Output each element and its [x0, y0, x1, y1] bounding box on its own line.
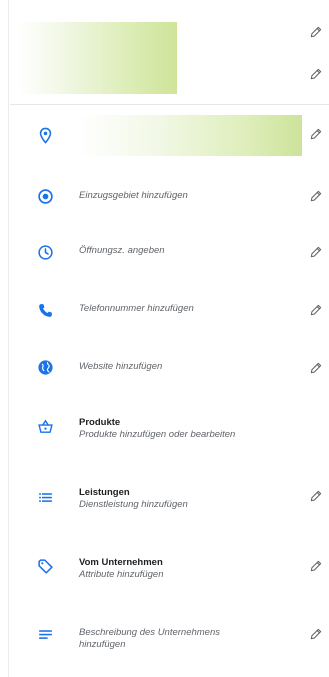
- edit-services-button[interactable]: [306, 486, 326, 506]
- pencil-icon: [310, 128, 322, 140]
- pencil-icon: [310, 362, 322, 374]
- list-icon: [36, 488, 54, 506]
- business-info-panel: Einzugsgebiet hinzufügen Öffnungsz. ange…: [0, 0, 329, 677]
- add-website-link[interactable]: Website hinzufügen: [79, 361, 162, 373]
- pencil-icon: [310, 68, 322, 80]
- clock-icon: [36, 243, 54, 261]
- tag-icon: [36, 557, 54, 575]
- header-divider: [10, 104, 329, 105]
- text-lines-icon: [36, 625, 54, 643]
- edit-phone-button[interactable]: [306, 300, 326, 320]
- attributes-subtitle[interactable]: Attribute hinzufügen: [79, 569, 164, 581]
- edit-name-button[interactable]: [306, 22, 326, 42]
- add-description-line2[interactable]: hinzufügen: [79, 639, 125, 651]
- edit-service-area-button[interactable]: [306, 186, 326, 206]
- pencil-icon: [310, 190, 322, 202]
- edit-description-button[interactable]: [306, 624, 326, 644]
- services-subtitle[interactable]: Dienstleistung hinzufügen: [79, 499, 188, 511]
- edit-category-button[interactable]: [306, 64, 326, 84]
- products-title: Produkte: [79, 417, 121, 428]
- target-circle-icon: [36, 187, 54, 205]
- pencil-icon: [310, 304, 322, 316]
- pencil-icon: [310, 628, 322, 640]
- business-header: [10, 0, 329, 104]
- products-subtitle[interactable]: Produkte hinzufügen oder bearbeiten: [79, 429, 235, 441]
- phone-icon: [36, 301, 54, 319]
- address-redacted[interactable]: [78, 115, 302, 156]
- location-pin-icon: [36, 126, 54, 144]
- add-description-line1[interactable]: Beschreibung des Unternehmens: [79, 627, 220, 639]
- services-title: Leistungen: [79, 487, 130, 498]
- edit-address-button[interactable]: [306, 124, 326, 144]
- pencil-icon: [310, 26, 322, 38]
- pencil-icon: [310, 560, 322, 572]
- business-name-redacted: [17, 22, 177, 94]
- pencil-icon: [310, 490, 322, 502]
- add-service-area-link[interactable]: Einzugsgebiet hinzufügen: [79, 190, 188, 202]
- edit-opening-hours-button[interactable]: [306, 242, 326, 262]
- attributes-title: Vom Unternehmen: [79, 557, 163, 568]
- panel-left-border: [8, 0, 9, 677]
- edit-attributes-button[interactable]: [306, 556, 326, 576]
- add-opening-hours-link[interactable]: Öffnungsz. angeben: [79, 245, 165, 257]
- basket-icon: [36, 417, 54, 435]
- globe-icon: [36, 358, 54, 376]
- edit-website-button[interactable]: [306, 358, 326, 378]
- add-phone-link[interactable]: Telefonnummer hinzufügen: [79, 303, 194, 315]
- pencil-icon: [310, 246, 322, 258]
